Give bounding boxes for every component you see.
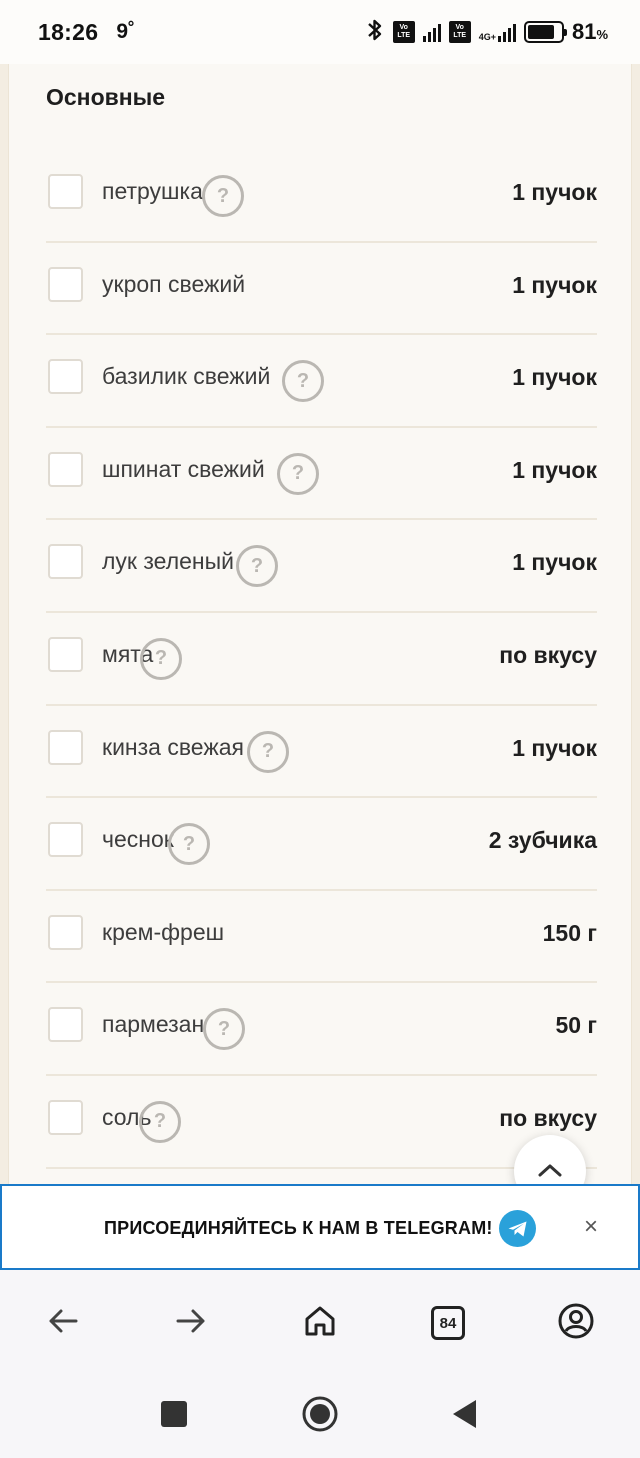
triangle-back-icon [450, 1398, 478, 1435]
ingredient-quantity: по вкусу [499, 1104, 597, 1131]
ingredient-name: укроп свежий [102, 270, 246, 297]
ingredient-row: кинза свежая? 1 пучок [46, 706, 597, 799]
telegram-icon[interactable] [499, 1210, 536, 1247]
square-icon [160, 1400, 188, 1433]
ingredient-checkbox[interactable] [48, 729, 83, 765]
ingredient-checkbox[interactable] [48, 822, 83, 858]
question-mark-icon[interactable]: ? [282, 360, 324, 403]
ingredient-quantity: по вкусу [499, 641, 597, 668]
volte-label-bottom-2: LTE [453, 32, 467, 39]
account-circle-icon [557, 1302, 595, 1345]
ingredient-name: лук зеленый [102, 548, 234, 575]
status-bar: 18:26 9˚ Vo LTE Vo LTE 4G+ 81% [0, 0, 640, 64]
tabs-count: 84 [431, 1306, 465, 1340]
status-temperature: 9˚ [116, 20, 136, 43]
ingredient-quantity: 1 пучок [512, 734, 597, 761]
network-type: 4G+ [478, 32, 496, 42]
volte-label-bottom: LTE [397, 32, 411, 39]
question-mark-icon[interactable]: ? [139, 1100, 181, 1143]
ingredient-name: петрушка [102, 178, 203, 204]
question-mark-icon[interactable]: ? [203, 1008, 245, 1051]
battery-percent-value: 81 [571, 19, 597, 44]
tabs-button[interactable]: 84 [425, 1300, 471, 1346]
ingredient-row: мята? по вкусу [46, 613, 597, 706]
question-mark-icon[interactable]: ? [236, 545, 278, 588]
section-title: Основные [46, 84, 166, 110]
question-mark-icon[interactable]: ? [140, 637, 182, 680]
ingredient-quantity: 1 пучок [512, 271, 597, 298]
chevron-up-icon [536, 1161, 564, 1182]
question-mark-icon[interactable]: ? [247, 730, 289, 773]
ingredient-quantity: 1 пучок [512, 179, 597, 205]
ingredient-checkbox[interactable] [48, 1099, 83, 1135]
ingredient-checkbox[interactable] [48, 266, 83, 302]
ingredient-quantity: 50 г [555, 1012, 597, 1039]
ingredient-checkbox[interactable] [48, 914, 83, 950]
ingredient-checkbox[interactable] [48, 636, 83, 672]
question-mark-icon[interactable]: ? [202, 175, 244, 217]
ingredient-row: пармезан? 50 г [46, 983, 597, 1076]
ingredient-name: пармезан [102, 1011, 205, 1038]
recent-apps-button[interactable] [154, 1396, 194, 1436]
system-navigation-bar [0, 1374, 640, 1458]
question-mark-icon[interactable]: ? [277, 452, 319, 495]
signal-strength-icon [422, 22, 441, 42]
ingredient-name: крем-фреш [102, 918, 225, 945]
bluetooth-icon [365, 18, 385, 47]
volte-icon-2: Vo LTE [448, 21, 471, 43]
volte-icon: Vo LTE [392, 21, 415, 43]
back-button[interactable] [40, 1300, 86, 1346]
ingredients-card: Основные петрушка? 1 пучок укроп свежий 1 п… [8, 64, 632, 1184]
account-button[interactable] [553, 1300, 599, 1346]
ingredient-name: базилик свежий [102, 363, 271, 390]
system-back-button[interactable] [444, 1396, 484, 1436]
ingredient-name: шпинат свежий [102, 455, 265, 482]
home-button[interactable] [297, 1300, 343, 1346]
status-time: 18:26 [38, 18, 99, 45]
arrow-left-icon [47, 1307, 79, 1340]
banner-close-button[interactable]: × [584, 1212, 598, 1242]
signal-strength-icon-2: 4G+ [479, 22, 516, 42]
ingredient-checkbox[interactable] [48, 1007, 83, 1043]
page-content: Основные петрушка? 1 пучок укроп свежий 1 п… [0, 64, 640, 1207]
ingredient-checkbox[interactable] [48, 451, 83, 487]
circle-home-icon [301, 1395, 339, 1438]
ingredient-quantity: 150 г [542, 919, 597, 946]
battery-percent: 81% [572, 19, 608, 45]
forward-button[interactable] [168, 1300, 214, 1346]
ingredient-quantity: 1 пучок [512, 364, 597, 391]
ingredient-row: крем-фреш 150 г [46, 891, 597, 984]
arrow-right-icon [175, 1307, 207, 1340]
status-icons: Vo LTE Vo LTE 4G+ 81% [365, 18, 608, 47]
battery-icon [523, 21, 567, 43]
ingredient-row: лук зеленый? 1 пучок [46, 520, 597, 613]
volte-label-top-2: Vo [455, 24, 464, 31]
battery-percent-unit: % [596, 27, 608, 42]
question-mark-icon[interactable]: ? [168, 823, 210, 866]
ingredient-row: базилик свежий? 1 пучок [46, 335, 597, 428]
ingredient-checkbox[interactable] [48, 174, 83, 209]
volte-label-top: Vo [399, 24, 408, 31]
ingredient-row: соль? по вкусу [46, 1076, 597, 1169]
ingredient-row: укроп свежий 1 пучок [46, 243, 597, 336]
home-icon [303, 1304, 337, 1343]
ingredient-checkbox[interactable] [48, 544, 83, 580]
ingredients-list: петрушка? 1 пучок укроп свежий 1 пучок базил… [46, 150, 597, 1169]
system-home-button[interactable] [300, 1396, 340, 1436]
ingredient-name: чеснок [102, 826, 174, 853]
browser-toolbar: 84 [0, 1270, 640, 1374]
ingredient-quantity: 2 зубчика [488, 827, 597, 854]
ingredient-row: шпинат свежий? 1 пучок [46, 428, 597, 521]
banner-text[interactable]: ПРИСОЕДИНЯЙТЕСЬ К НАМ В TELEGRAM! [104, 1218, 493, 1239]
ingredient-quantity: 1 пучок [512, 456, 597, 483]
ingredient-checkbox[interactable] [48, 359, 83, 395]
ingredient-row: петрушка? 1 пучок [46, 150, 597, 243]
ingredient-name: кинза свежая [102, 733, 244, 760]
ingredient-row: чеснок? 2 зубчика [46, 798, 597, 891]
telegram-banner[interactable]: ПРИСОЕДИНЯЙТЕСЬ К НАМ В TELEGRAM! × [0, 1184, 640, 1270]
ingredient-quantity: 1 пучок [512, 549, 597, 576]
